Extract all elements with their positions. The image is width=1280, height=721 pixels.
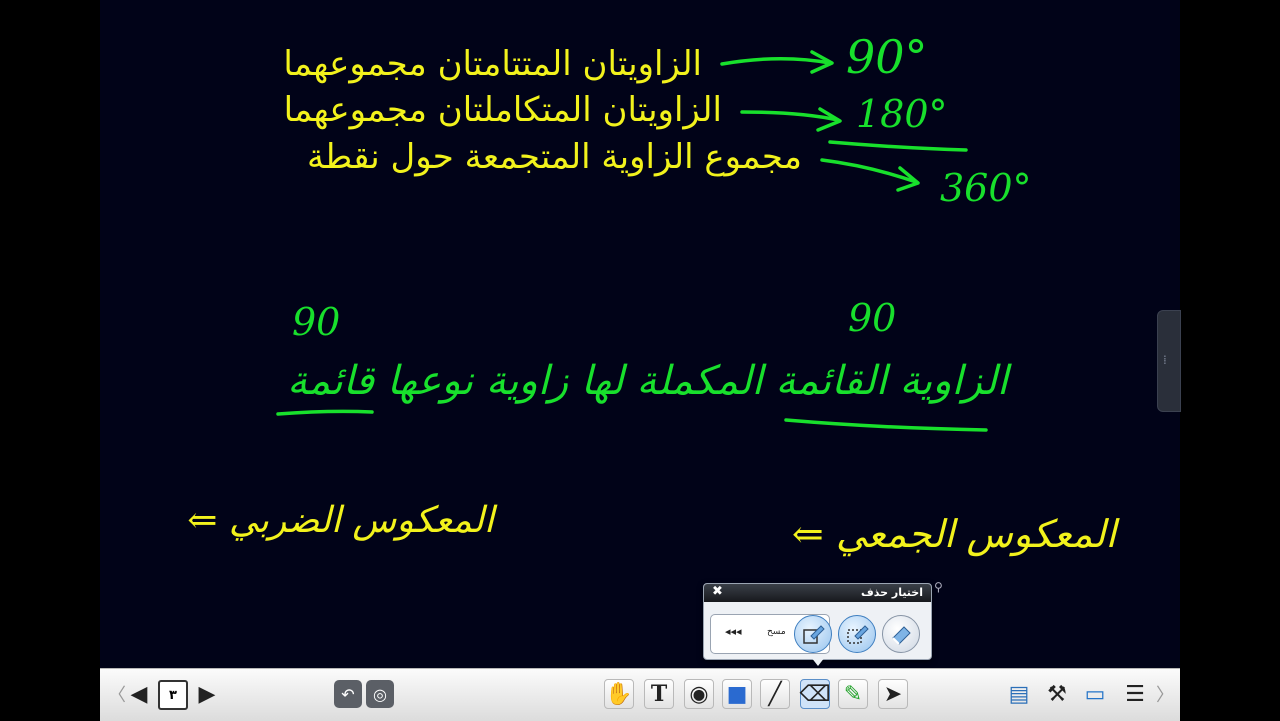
collapse-right-icon[interactable]: 〉 [1148,677,1182,711]
grip-icon: ⁞ [1163,353,1167,367]
prev-page-button[interactable]: ◀ [122,677,156,711]
eraser-icon [892,626,911,645]
page-number[interactable]: ٣ [158,680,188,710]
erase-area-button[interactable] [838,615,876,653]
shape-tool-icon[interactable]: ■ [722,679,752,709]
display-icon[interactable]: ▭ [1078,677,1112,711]
erase-label: مسح [767,627,786,637]
spotlight-tool-icon[interactable]: ◉ [684,679,714,709]
erase-object-button[interactable] [794,615,832,653]
side-panel-tab[interactable]: ⁞ [1157,310,1181,412]
ninety-label-right: 90 [848,296,897,340]
ninety-label-left: 90 [292,300,341,344]
eraser-dashed-icon [847,625,869,644]
pointer-tool-icon[interactable]: ➤ [878,679,908,709]
eraser-box-icon [803,625,825,644]
erase-arrows-icon: ◂◂◂ [725,625,742,638]
erase-ink-button[interactable] [882,615,920,653]
popup-close-icon[interactable]: ✖ [712,584,723,599]
pin-icon[interactable]: ⚲ [934,580,943,594]
bottom-toolbar: 〈 ◀ ٣ ▶ ↶ ◎ ✋ T ◉ ■ ╱ ⌫ ✎ ➤ ▤ ⚒ ▭ ☰ 〉 [100,668,1180,721]
handwritten-sentence: الزاوية القائمة المكملة لها زاوية نوعها … [287,358,1008,404]
hand-tool-icon[interactable]: ✋ [604,679,634,709]
text-tool-icon[interactable]: T [644,679,674,709]
popup-pointer [811,657,825,666]
typed-line-supplementary: الزاويتان المتكاملتان مجموعهما [283,90,722,130]
document-camera-icon[interactable]: ▤ [1002,677,1036,711]
answer-180: 180° [856,92,948,136]
note-multiplicative-inverse: المعكوس الضربي ⇐ [187,500,494,541]
pen-tool-icon[interactable]: ✎ [838,679,868,709]
line-tool-icon[interactable]: ╱ [760,679,790,709]
answer-90: 90° [846,30,928,84]
eraser-tool-icon[interactable]: ⌫ [799,679,831,709]
tools-icon[interactable]: ⚒ [1040,677,1074,711]
answer-360: 360° [940,166,1032,210]
popup-title: اختيار حذف [860,586,923,599]
menu-icon[interactable]: ☰ [1118,677,1152,711]
typed-line-around-point: مجموع الزاوية المتجمعة حول نقطة [306,137,802,177]
note-additive-inverse: المعكوس الجمعي ⇐ [791,512,1116,556]
undo-button[interactable]: ↶ [334,680,362,708]
eraser-tool-row: ◂◂◂ مسح [710,612,925,654]
next-page-button[interactable]: ▶ [190,677,224,711]
popup-header: اختيار حذف ✖ [704,584,931,602]
eraser-options-popup: اختيار حذف ✖ ◂◂◂ مسح [703,583,932,660]
target-button[interactable]: ◎ [366,680,394,708]
typed-line-complementary: الزاويتان المتتامتان مجموعهما [283,44,702,84]
